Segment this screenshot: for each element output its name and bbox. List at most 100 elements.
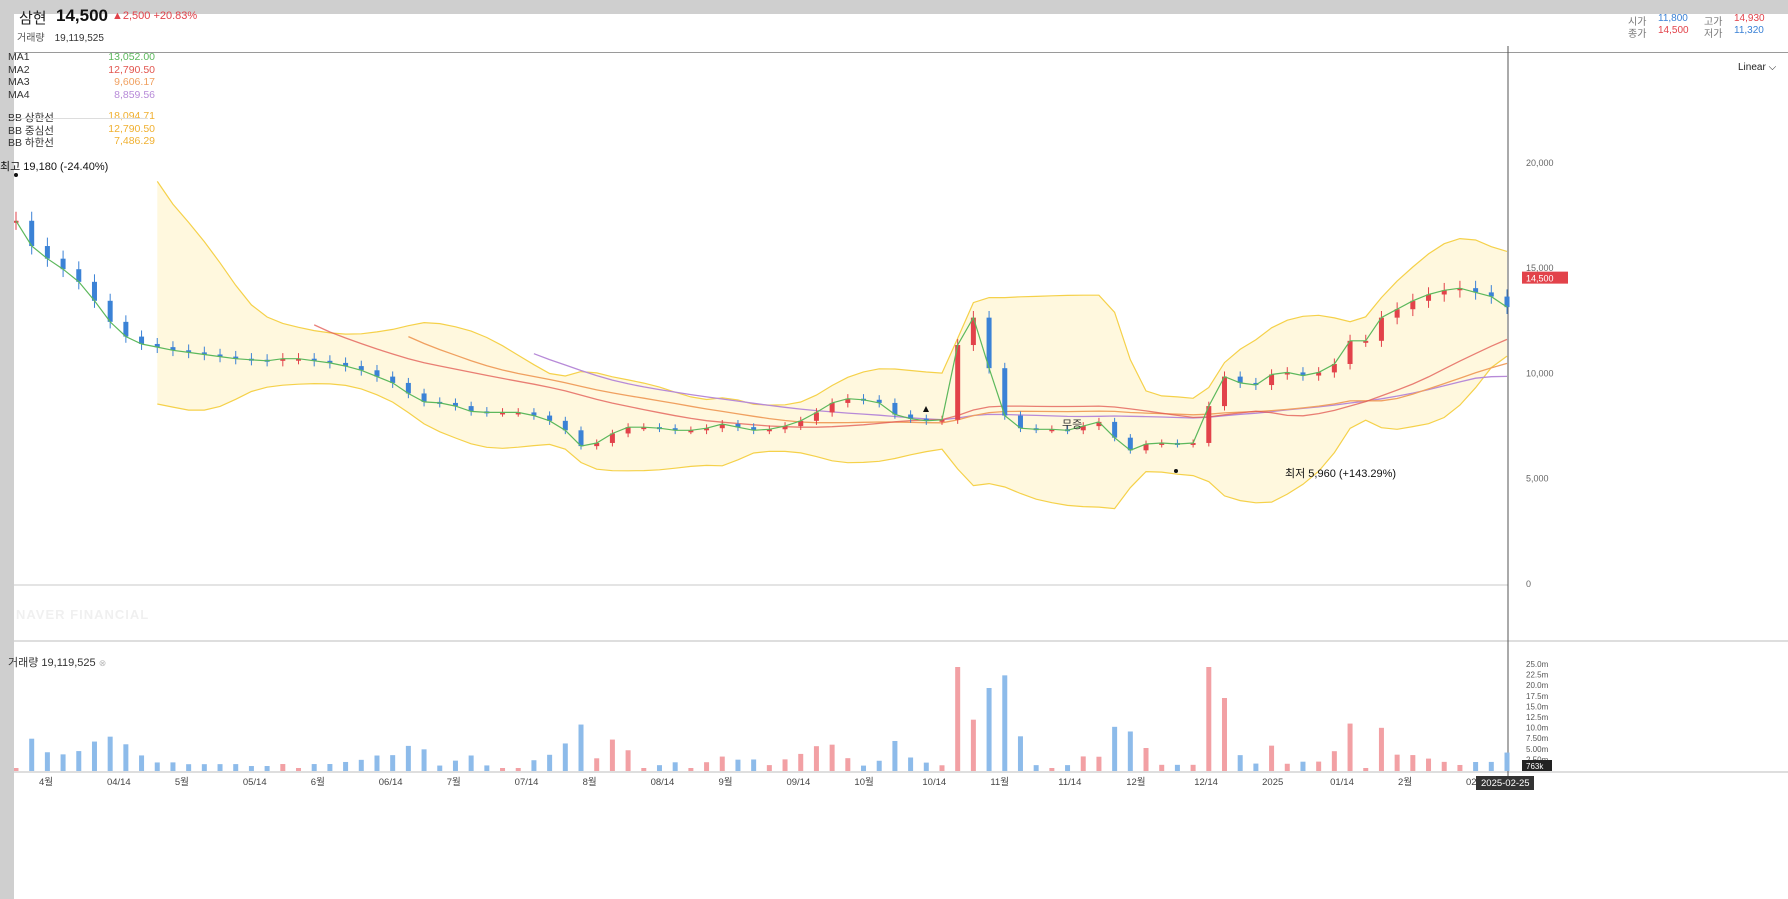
volume-bar: [1316, 761, 1322, 771]
low-marker: [1174, 469, 1178, 473]
x-tick-label: 12월: [1126, 776, 1145, 788]
volume-bar: [609, 739, 615, 771]
volume-bar: [688, 768, 694, 771]
volume-tick-label: 20.0m: [1526, 681, 1549, 690]
volume-bar: [1300, 761, 1306, 771]
volume-bar: [280, 764, 286, 771]
volume-bar: [217, 764, 223, 771]
volume-bar: [1284, 763, 1290, 771]
volume-bar: [1269, 745, 1275, 771]
y-tick-label: 20,000: [1526, 158, 1554, 168]
x-tick-label: 04/14: [107, 777, 131, 788]
volume-bar: [60, 754, 66, 771]
volume-bar: [296, 768, 302, 771]
volume-bar: [656, 765, 662, 771]
x-tick-label: 7월: [447, 776, 461, 788]
volume-bar: [813, 746, 819, 771]
volume-bar: [1190, 764, 1196, 771]
legend-name: MA3: [8, 76, 30, 88]
volume-bar: [29, 738, 35, 771]
price-chart-svg[interactable]: 0 5,000 10,000 15,000 20,000 14,500 25.0m 22.5m…: [14, 14, 1788, 899]
volume-bar: [625, 750, 631, 771]
legend-name: MA1: [8, 51, 30, 63]
volume-bar: [248, 766, 254, 771]
volume-tick-label: 15.0m: [1526, 702, 1549, 711]
volume-bar: [374, 755, 380, 771]
volume-bar: [484, 765, 490, 771]
volume-bar: [562, 743, 568, 771]
legend-row: MA3 9,606.17: [8, 76, 155, 88]
volume-tick-label: 12.5m: [1526, 713, 1549, 722]
close-icon[interactable]: ⊗: [99, 658, 107, 668]
volume-bar: [358, 759, 364, 771]
volume-bar: [798, 753, 804, 771]
legend-value: 12,790.50: [108, 122, 155, 135]
volume-bar: [1441, 761, 1447, 771]
watermark: NAVER FINANCIAL: [16, 607, 150, 622]
volume-bar: [782, 759, 788, 771]
volume-bar: [107, 736, 113, 771]
y-tick-label: 0: [1526, 579, 1531, 589]
volume-bar: [1221, 698, 1227, 771]
volume-bar: [186, 764, 192, 771]
scale-label: Linear: [1738, 62, 1766, 73]
volume-bar: [343, 761, 349, 771]
volume-bar: [1504, 752, 1510, 771]
volume-bar: [1394, 754, 1400, 771]
legend-separator: [8, 118, 148, 119]
x-tick-label: 10/14: [922, 777, 946, 788]
volume-bar: [939, 765, 945, 771]
volume-bar: [123, 744, 129, 771]
volume-bar: [766, 765, 772, 771]
legend-name: BB 하한선: [8, 137, 54, 149]
volume-bar: [876, 760, 882, 771]
volume-bar: [1206, 667, 1212, 771]
volume-panel-label: 거래량 19,119,525 ⊗: [8, 654, 106, 670]
volume-bar: [1033, 765, 1039, 771]
volume-bar: [1080, 756, 1086, 771]
legend-value: 18,094.71: [108, 110, 155, 122]
volume-bar: [1347, 723, 1353, 771]
volume-bar: [233, 764, 239, 771]
legend-value: 12,790.50: [108, 63, 155, 76]
x-tick-label: 4월: [39, 776, 53, 788]
x-tick-label: 2월: [1398, 776, 1412, 788]
volume-bar: [594, 758, 600, 771]
volume-bar: [437, 765, 443, 771]
legend-value: 9,606.17: [114, 76, 155, 88]
legend-value: 8,859.56: [114, 88, 155, 101]
volume-bar: [829, 744, 835, 771]
legend-row: MA1 13,052.00: [8, 51, 155, 63]
high-annotation: 최고 19,180 (-24.40%): [0, 161, 109, 173]
volume-bar: [515, 768, 521, 771]
x-tick-label: 12/14: [1194, 777, 1218, 788]
legend-value: 7,486.29: [114, 135, 155, 147]
volume-bar: [327, 764, 333, 771]
volume-bar: [1457, 764, 1463, 771]
volume-bar: [735, 759, 741, 771]
volume-bar: [1049, 768, 1055, 771]
volume-bar: [1410, 755, 1416, 771]
x-tick-label: 10월: [854, 776, 873, 788]
legend-name: MA4: [8, 88, 30, 101]
volume-bar: [751, 759, 757, 771]
volume-bar: [892, 740, 898, 771]
volume-tick-label: 25.0m: [1526, 660, 1549, 669]
volume-bar: [1065, 765, 1071, 771]
volume-bar: [1127, 731, 1133, 771]
volume-bar: [908, 757, 914, 771]
chart-frame: 삼현 14,500 ▲2,500 +20.83% 거래량 19,119,525 시…: [0, 6, 1788, 899]
volume-tick-label: 10.0m: [1526, 724, 1549, 733]
volume-bar: [44, 752, 50, 771]
volume-last-label: 763k: [1526, 762, 1544, 771]
volume-bar: [1426, 758, 1432, 771]
volume-bar: [1112, 726, 1118, 771]
volume-panel-title: 거래량 19,119,525: [8, 657, 96, 669]
scale-selector[interactable]: Linear ⌵: [1738, 62, 1776, 73]
volume-bar: [14, 768, 19, 771]
volume-tick-label: 17.5m: [1526, 692, 1549, 701]
volume-bar: [861, 765, 867, 771]
y-tick-label: 10,000: [1526, 368, 1554, 378]
volume-bar: [1002, 675, 1008, 771]
volume-bar: [578, 724, 584, 771]
